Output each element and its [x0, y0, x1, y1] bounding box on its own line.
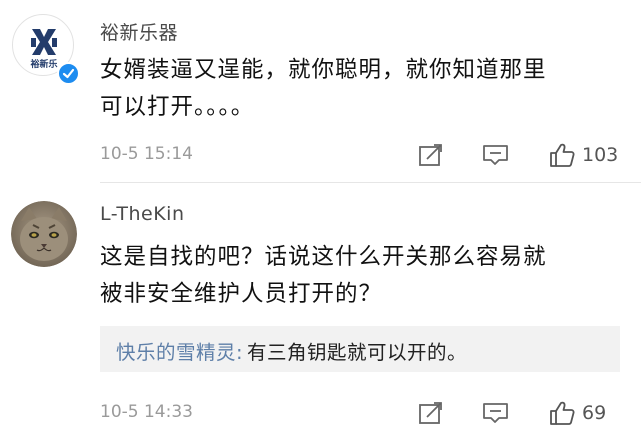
reply-separator: : — [236, 341, 244, 364]
comment-item: 裕新乐 裕新乐器 女婿装逼又逞能，就你聪明，就你知道那里 可以打开。。。。 10… — [0, 0, 641, 182]
like-button[interactable]: 103 — [548, 140, 618, 170]
like-count: 69 — [582, 402, 607, 424]
reply-button[interactable] — [482, 398, 510, 428]
comment-text-line: 女婿装逼又逞能，就你聪明，就你知道那里 — [100, 57, 547, 83]
comment-text: 女婿装逼又逞能，就你聪明，就你知道那里 可以打开。。。。 — [100, 52, 620, 126]
avatar-brand-text: 裕新乐 — [29, 58, 57, 70]
comment-meta: 10-5 15:14 103 — [100, 140, 641, 170]
comment-text-line: 可以打开。。。。 — [100, 94, 255, 120]
comment-timestamp: 10-5 14:33 — [100, 402, 193, 422]
reply-username[interactable]: 快乐的雪精灵: — [116, 336, 243, 365]
comment-username[interactable]: L-TheKin — [100, 203, 184, 225]
comment-text-line: 被非安全维护人员打开的？ — [100, 281, 383, 307]
comment-icon — [483, 145, 508, 165]
share-icon — [419, 402, 442, 424]
comment-item: L-TheKin 这是自找的吧？话说这什么开关那么容易就 被非安全维护人员打开的… — [0, 183, 641, 443]
like-count: 103 — [582, 144, 619, 166]
thumbs-up-icon — [550, 143, 575, 167]
share-button[interactable] — [418, 140, 444, 170]
reply-text: 有三角钥匙就可以开的。 — [247, 341, 468, 364]
like-button[interactable]: 69 — [548, 398, 606, 428]
reply-username-text[interactable]: 快乐的雪精灵 — [116, 341, 236, 364]
comment-text-line: 这是自找的吧？话说这什么开关那么容易就 — [100, 244, 547, 270]
reply-preview[interactable]: 快乐的雪精灵: 有三角钥匙就可以开的。 — [100, 326, 620, 372]
share-button[interactable] — [418, 398, 444, 428]
comment-username[interactable]: 裕新乐器 — [100, 18, 178, 45]
avatar[interactable] — [11, 201, 77, 267]
comment-text: 这是自找的吧？话说这什么开关那么容易就 被非安全维护人员打开的？ — [100, 239, 620, 313]
comment-timestamp: 10-5 15:14 — [100, 144, 193, 164]
cat-avatar-icon — [11, 201, 77, 267]
share-icon — [419, 144, 442, 166]
comment-meta: 10-5 14:33 69 — [100, 398, 641, 428]
thumbs-up-icon — [550, 401, 575, 425]
reply-button[interactable] — [482, 140, 510, 170]
verified-badge-icon — [57, 62, 80, 85]
comment-icon — [483, 403, 508, 423]
